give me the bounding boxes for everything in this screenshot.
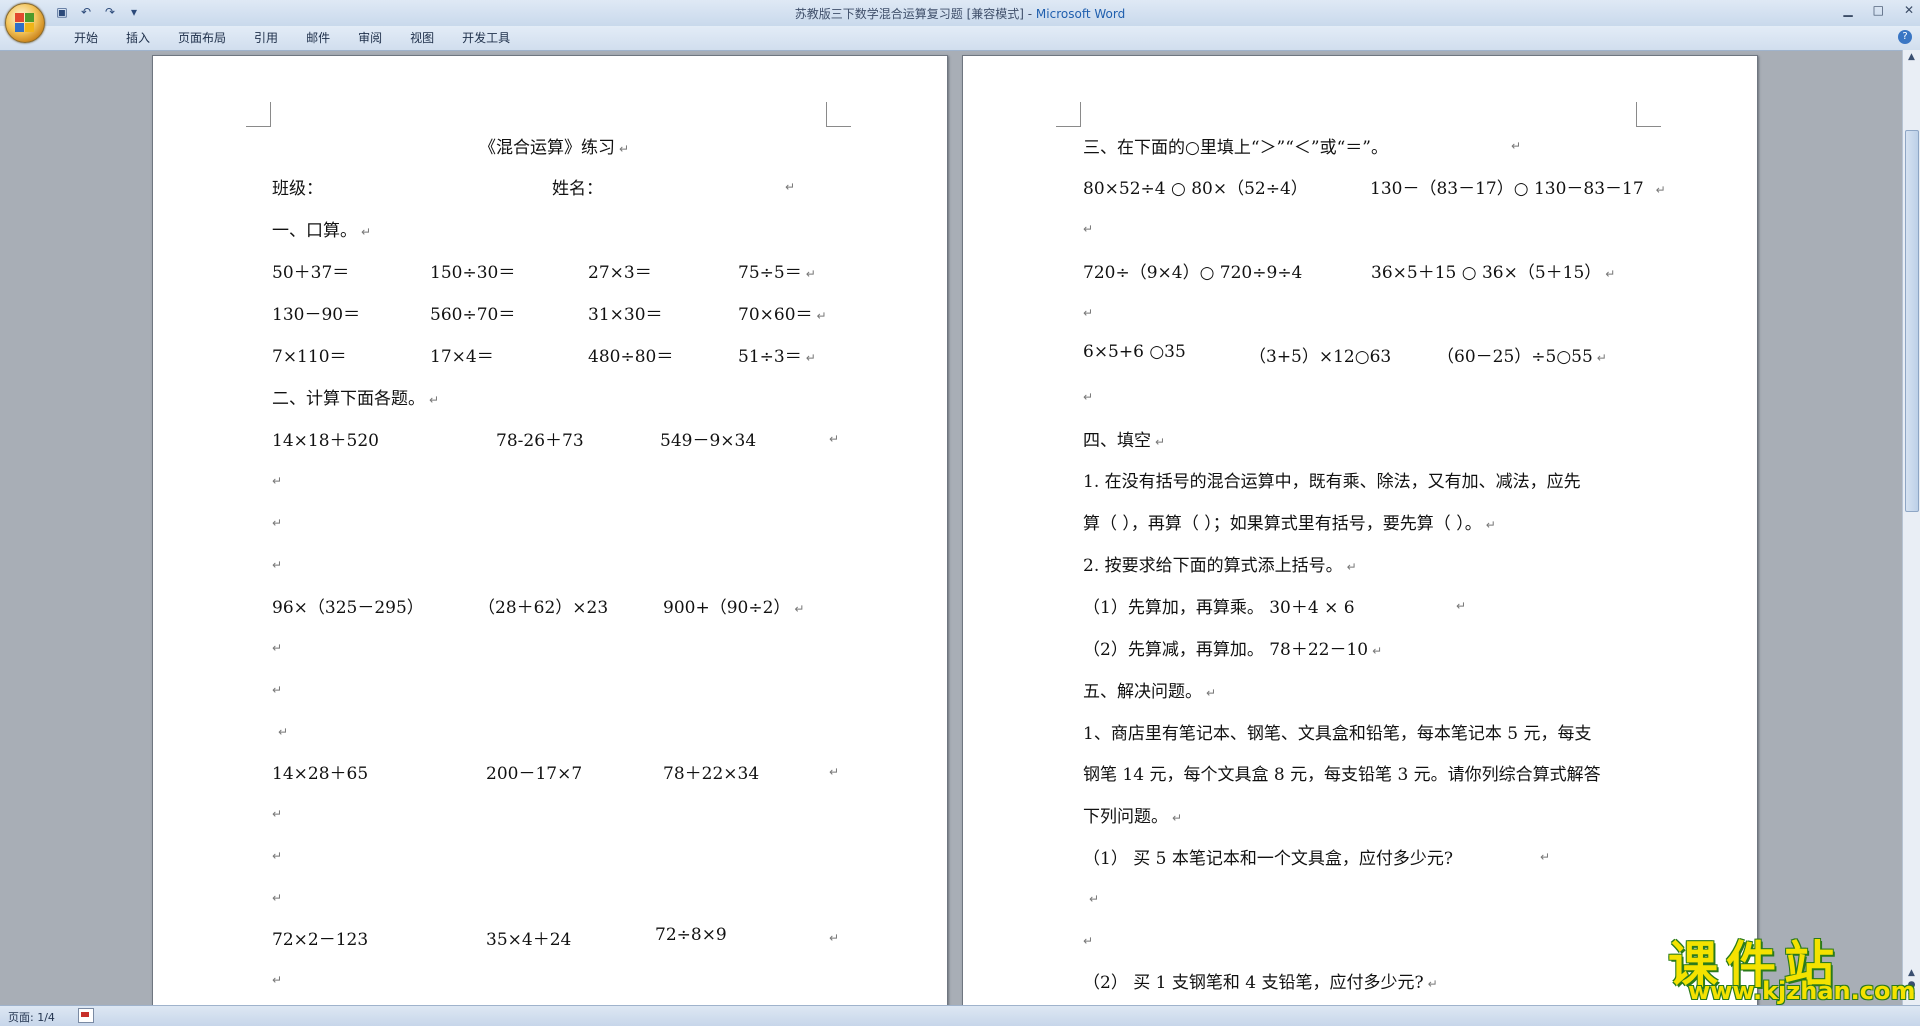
window-controls: ▁ □ ✕ (1843, 3, 1914, 17)
fill-blank-text: （1）先算加，再算乘。 30＋4 × 6 (1083, 598, 1355, 618)
maximize-icon[interactable]: □ (1873, 3, 1884, 17)
tab-mailings[interactable]: 邮件 (292, 30, 344, 46)
minimize-icon[interactable]: ▁ (1843, 3, 1852, 17)
scroll-up-icon[interactable]: ▲ (1906, 52, 1917, 63)
calc-item: 14×18＋520 (272, 431, 379, 451)
compare-item: （3+5）×12○63 (1249, 347, 1392, 367)
oral-item: 480÷80＝ (588, 347, 674, 367)
tab-insert[interactable]: 插入 (112, 30, 164, 46)
problem-text: 钢笔 14 元，每个文具盒 8 元，每支铅笔 3 元。请你列综合算式解答 (1083, 765, 1601, 785)
document-page-2[interactable]: 三、在下面的○里填上“＞”“＜”或“＝”。 ↵ 80×52÷4 ○ 80×（52… (962, 55, 1758, 1007)
class-label: 班级： (272, 179, 323, 199)
fill-blank-text: 1. 在没有括号的混合运算中，既有乘、除法，又有加、减法，应先 (1083, 472, 1581, 492)
margin-corner-mark (826, 102, 851, 127)
section-heading: 五、解决问题。 ↵ (1083, 682, 1217, 702)
oral-item: 31×30＝ (588, 305, 663, 325)
compare-item: 130－（83－17）○ 130－83－17 ↵ (1370, 179, 1666, 199)
ribbon-tabs: 开始 插入 页面布局 引用 邮件 审阅 视图 开发工具 (60, 30, 524, 46)
watermark-logo: 课件站 www.kjzhan.com (1668, 925, 1915, 1005)
section-heading: 四、填空 ↵ (1083, 431, 1166, 451)
macro-record-icon[interactable] (78, 1008, 94, 1023)
oral-item: 50＋37＝ (272, 263, 350, 283)
window-title: 苏教版三下数学混合运算复习题 [兼容模式] - Microsoft Word (0, 5, 1920, 22)
margin-corner-mark (246, 102, 271, 127)
calc-item: 72×2－123 (272, 930, 369, 950)
oral-item: 75÷5＝ ↵ (738, 263, 816, 283)
calc-item: 549－9×34 (660, 431, 757, 451)
calc-item: 35×4＋24 (486, 930, 572, 950)
calc-item: 72÷8×9 (655, 925, 727, 945)
tab-home[interactable]: 开始 (60, 30, 112, 46)
compare-item: 6×5+6 ○35 (1083, 342, 1186, 362)
problem-question: （1） 买 5 本笔记本和一个文具盒，应付多少元? (1083, 849, 1453, 869)
document-page-1[interactable]: 《混合运算》练习 ↵ 班级： 姓名： ↵ 一、口算。 ↵ 50＋37＝ 150÷30… (152, 55, 948, 1007)
fill-blank-text: 算（ ），再算（ ）；如果算式里有括号，要先算（ ）。 ↵ (1083, 514, 1496, 534)
watermark-url: www.kjzhan.com (1688, 977, 1916, 1005)
section-heading: 二、计算下面各题。 ↵ (272, 389, 440, 409)
calc-item: 96×（325－295） (272, 598, 424, 618)
page-count[interactable]: 页面: 1/4 (8, 1009, 55, 1025)
compare-item: 36×5＋15 ○ 36×（5＋15） ↵ (1371, 263, 1616, 283)
ribbon: 开始 插入 页面布局 引用 邮件 审阅 视图 开发工具 ? (0, 26, 1920, 51)
oral-item: 7×110＝ (272, 347, 347, 367)
problem-question: （2） 买 1 支钢笔和 4 支铅笔，应付多少元? ↵ (1083, 973, 1438, 993)
close-icon[interactable]: ✕ (1904, 3, 1914, 17)
worksheet-title: 《混合运算》练习 ↵ (479, 138, 630, 158)
title-bar: ▣ ↶ ↷ ▾ 苏教版三下数学混合运算复习题 [兼容模式] - Microsof… (0, 0, 1920, 27)
oral-item: 17×4＝ (430, 347, 494, 367)
calc-item: 78＋22×34 (663, 764, 760, 784)
tab-page-layout[interactable]: 页面布局 (164, 30, 240, 46)
tab-view[interactable]: 视图 (396, 30, 448, 46)
margin-corner-mark (1056, 102, 1081, 127)
oral-item: 560÷70＝ (430, 305, 516, 325)
status-bar: 页面: 1/4 (0, 1005, 1920, 1026)
tab-developer[interactable]: 开发工具 (448, 30, 524, 46)
fill-blank-text: 2. 按要求给下面的算式添上括号。 ↵ (1083, 556, 1357, 576)
calc-item: 200－17×7 (486, 764, 583, 784)
name-label: 姓名： (552, 179, 603, 199)
calc-item: 900+（90÷2） ↵ (663, 598, 805, 618)
oral-item: 70×60＝ ↵ (738, 305, 827, 325)
problem-text: 下列问题。 ↵ (1083, 807, 1183, 827)
section-heading: 一、口算。 ↵ (272, 221, 372, 241)
office-button[interactable] (5, 3, 45, 43)
oral-item: 51÷3＝ ↵ (738, 347, 816, 367)
calc-item: 14×28＋65 (272, 764, 369, 784)
compare-item: 720÷（9×4）○ 720÷9÷4 (1083, 263, 1303, 283)
scroll-thumb[interactable] (1905, 130, 1919, 512)
tab-review[interactable]: 审阅 (344, 30, 396, 46)
compare-item: （60－25）÷5○55 ↵ (1437, 347, 1607, 367)
calc-item: 78-26＋73 (496, 431, 584, 451)
section-heading: 三、在下面的○里填上“＞”“＜”或“＝”。 (1083, 138, 1388, 158)
app-title: Microsoft Word (1035, 7, 1126, 21)
tab-references[interactable]: 引用 (240, 30, 292, 46)
fill-blank-text: （2）先算减，再算加。 78＋22－10 ↵ (1083, 640, 1383, 660)
oral-item: 150÷30＝ (430, 263, 516, 283)
problem-text: 1、商店里有笔记本、钢笔、文具盒和铅笔，每本笔记本 5 元，每支 (1083, 724, 1592, 744)
compare-item: 80×52÷4 ○ 80×（52÷4） (1083, 179, 1308, 199)
help-icon[interactable]: ? (1898, 30, 1912, 44)
vertical-scrollbar[interactable]: ▲ ▲ ● ▼ (1902, 50, 1920, 1005)
document-title: 苏教版三下数学混合运算复习题 [兼容模式] - (794, 7, 1036, 21)
margin-corner-mark (1636, 102, 1661, 127)
oral-item: 27×3＝ (588, 263, 652, 283)
oral-item: 130－90＝ (272, 305, 361, 325)
calc-item: （28＋62）×23 (478, 598, 609, 618)
